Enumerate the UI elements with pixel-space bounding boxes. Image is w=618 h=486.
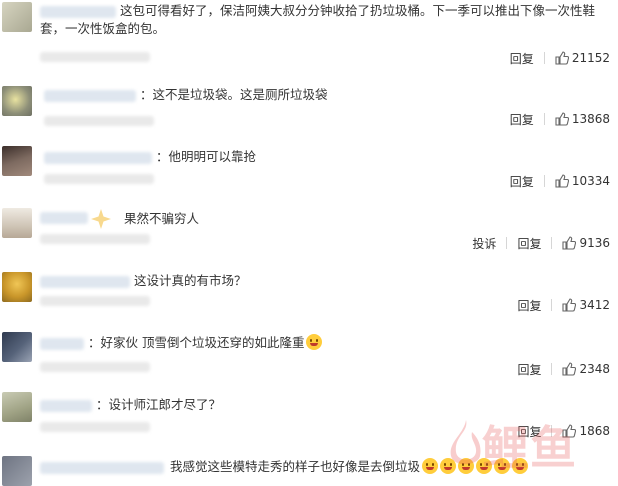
divider: [506, 237, 508, 249]
comment-actions: 回复 21152: [510, 49, 610, 67]
like-count: 3412: [579, 298, 610, 312]
like-button[interactable]: 10334: [555, 174, 610, 188]
comment-feed: 这包可得看好了，保洁阿姨大叔分分钟收拾了扔垃圾桶。下一季可以推出下像一次性鞋套，…: [0, 0, 618, 486]
comment-text: ：他明明可以靠抢: [156, 149, 257, 164]
avatar[interactable]: [2, 86, 32, 116]
divider: [551, 299, 553, 311]
like-count: 21152: [571, 51, 610, 65]
laughing-emoji-icon: [422, 458, 439, 474]
timestamp: [40, 362, 150, 372]
thumbs-up-icon: [555, 174, 569, 188]
thumbs-up-icon: [555, 51, 569, 65]
comment-text: 这设计真的有市场？: [134, 273, 247, 288]
divider: [543, 52, 545, 64]
username[interactable]: [40, 462, 164, 474]
comment-text-body: 我感觉这些模特走秀的样子也好像是去倒垃圾: [170, 459, 421, 474]
like-count: 13868: [571, 112, 610, 126]
comment-actions: 回复 10334: [510, 172, 610, 190]
like-button[interactable]: 13868: [555, 112, 610, 126]
comment-actions: 回复 2348: [517, 360, 610, 378]
divider: [543, 175, 545, 187]
avatar[interactable]: [2, 146, 32, 176]
fire-icon: [450, 420, 481, 465]
like-button[interactable]: 2348: [562, 362, 610, 376]
avatar[interactable]: [2, 272, 32, 302]
watermark-logo: 鲤鱼: [446, 410, 616, 475]
username[interactable]: [40, 276, 130, 288]
avatar[interactable]: [2, 208, 32, 238]
like-count: 2348: [579, 362, 610, 376]
like-button[interactable]: 9136: [562, 236, 610, 250]
username[interactable]: [40, 338, 84, 350]
comment-text: ：设计师江郎才尽了？: [96, 397, 222, 412]
timestamp: [40, 422, 150, 432]
divider: [551, 237, 553, 249]
username[interactable]: [44, 90, 136, 102]
divider: [551, 363, 553, 375]
avatar[interactable]: [2, 332, 32, 362]
comment-actions: 回复 3412: [517, 296, 610, 314]
comment-text: 果然不骗穷人: [124, 211, 200, 226]
comment-text: ：这不是垃圾袋。这是厕所垃圾袋: [140, 87, 328, 102]
reply-button[interactable]: 回复: [510, 111, 534, 128]
divider: [543, 113, 545, 125]
username[interactable]: [40, 212, 88, 224]
reply-button[interactable]: 回复: [510, 50, 534, 67]
timestamp: [40, 52, 150, 62]
timestamp: [44, 174, 154, 184]
watermark-text: 鲤鱼: [482, 421, 578, 475]
avatar[interactable]: [2, 456, 32, 486]
grinning-emoji-icon: [306, 334, 323, 350]
like-count: 9136: [579, 236, 610, 250]
timestamp: [44, 116, 154, 126]
reply-button[interactable]: 回复: [510, 173, 534, 190]
thumbs-up-icon: [562, 236, 577, 250]
comment-actions: 投诉 回复 9136: [472, 234, 610, 252]
comment-text: 这包可得看好了，保洁阿姨大叔分分钟收拾了扔垃圾桶。下一季可以推出下像一次性鞋套，…: [40, 3, 596, 36]
thumbs-up-icon: [562, 298, 577, 312]
vip-badge-icon: [91, 209, 111, 229]
like-count: 10334: [571, 174, 610, 188]
comment-text: ：好家伙 顶雪倒个垃圾还穿的如此隆重: [88, 334, 323, 352]
thumbs-up-icon: [562, 362, 577, 376]
reply-button[interactable]: 回复: [517, 297, 541, 314]
reply-button[interactable]: 回复: [517, 235, 541, 252]
avatar[interactable]: [2, 392, 32, 422]
thumbs-up-icon: [555, 112, 569, 126]
username[interactable]: [40, 400, 92, 412]
reply-button[interactable]: 回复: [517, 361, 541, 378]
timestamp: [40, 296, 150, 306]
like-button[interactable]: 3412: [562, 298, 610, 312]
timestamp: [40, 234, 150, 244]
comment-text-body: ：好家伙 顶雪倒个垃圾还穿的如此隆重: [88, 335, 305, 350]
avatar[interactable]: [2, 2, 32, 32]
username[interactable]: [44, 152, 152, 164]
like-button[interactable]: 21152: [555, 51, 610, 65]
comment-actions: 回复 13868: [510, 110, 610, 128]
report-button[interactable]: 投诉: [472, 235, 496, 252]
